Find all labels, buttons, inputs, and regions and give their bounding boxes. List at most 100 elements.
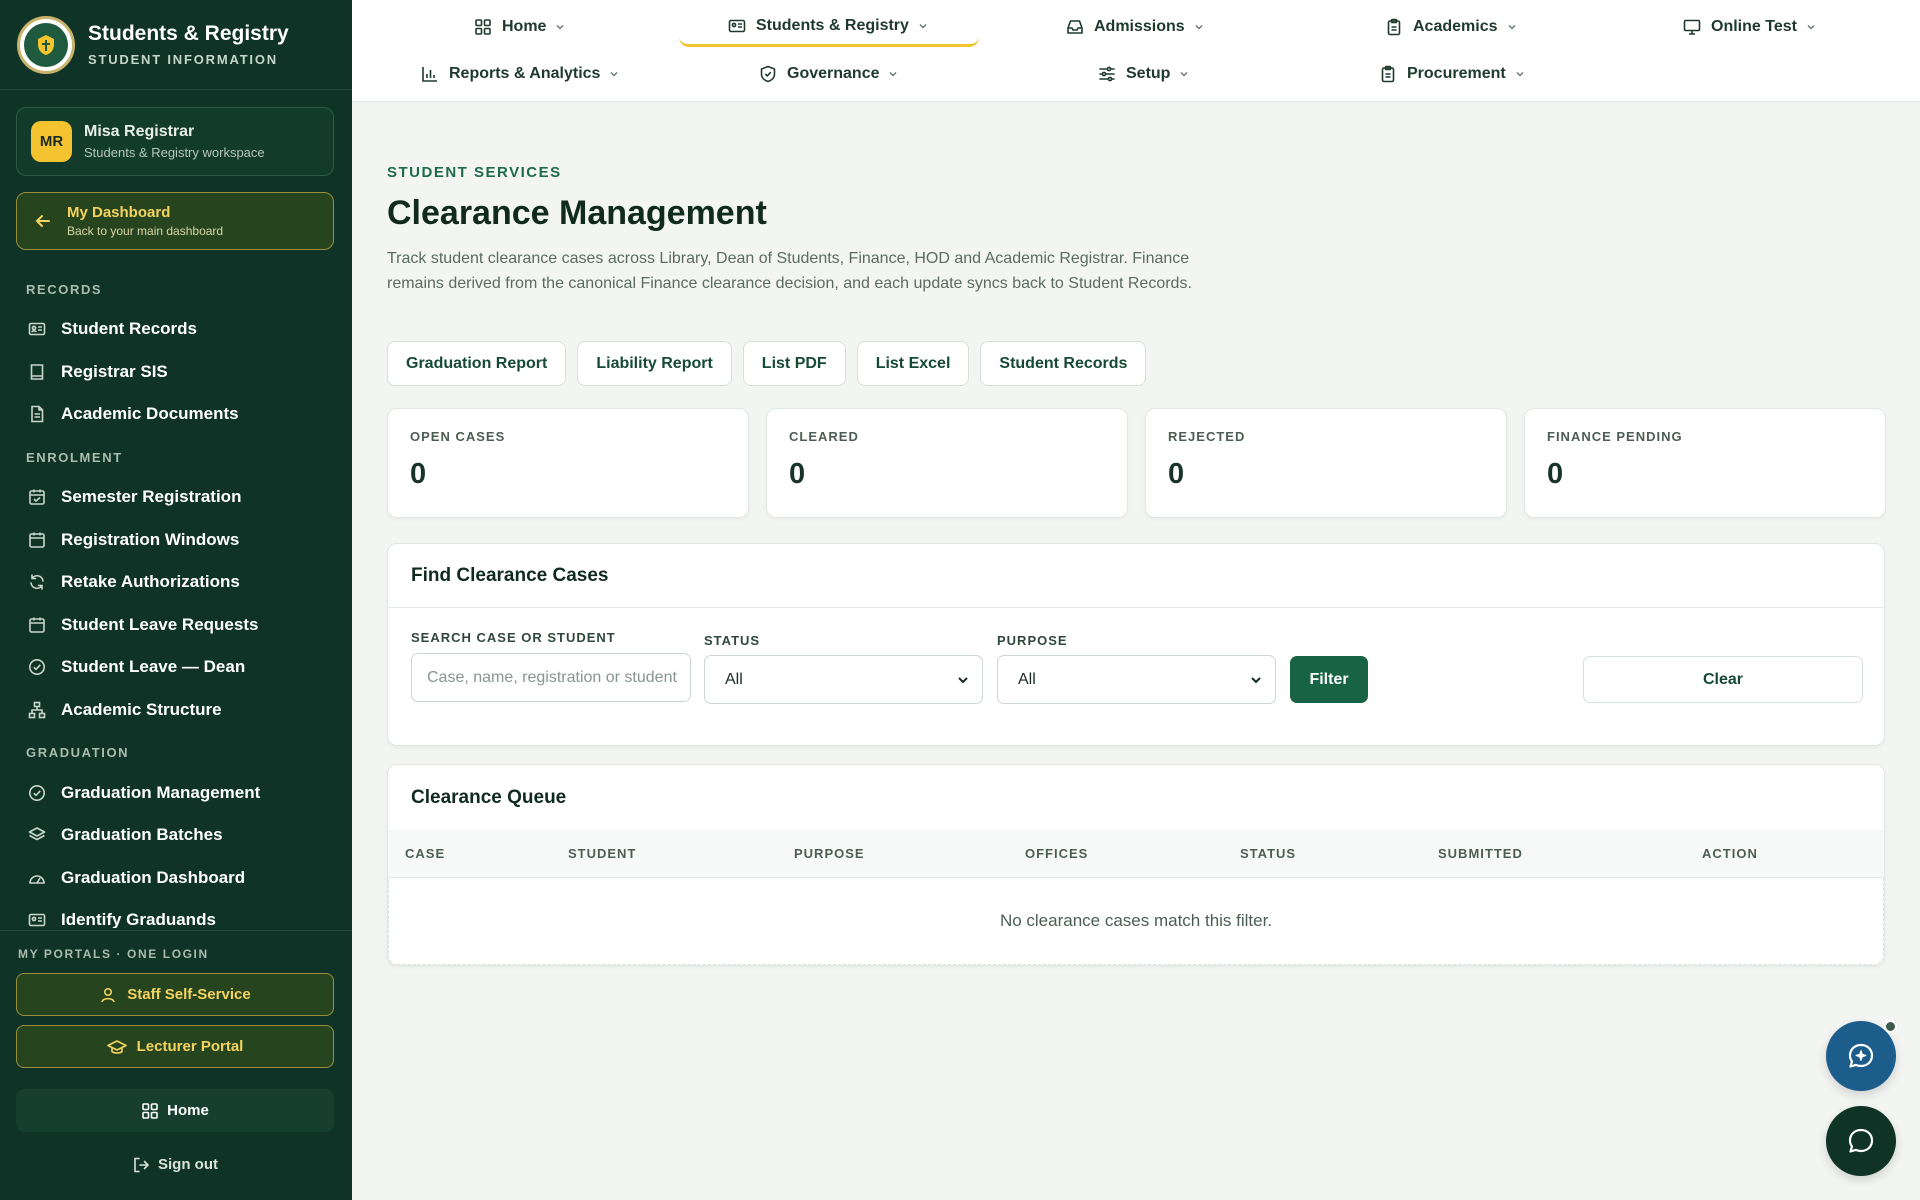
student-records-button[interactable]: Student Records [980, 341, 1147, 386]
chevron-down-icon [1170, 69, 1189, 79]
status-select[interactable]: All [704, 655, 983, 704]
sidebar-item-student-records[interactable]: Student Records [0, 308, 352, 351]
topnav-admissions[interactable]: Admissions [1056, 7, 1214, 47]
table-header: CASE STUDENT PURPOSE OFFICES STATUS SUBM… [388, 830, 1884, 878]
user-name: Misa Registrar [84, 123, 195, 140]
stat-label: FINANCE PENDING [1547, 429, 1683, 444]
sign-out-button[interactable]: Sign out [16, 1143, 334, 1186]
col-action: ACTION [1702, 846, 1758, 861]
topnav-students-registry[interactable]: Students & Registry [679, 7, 979, 47]
purpose-label: PURPOSE [997, 633, 1068, 648]
filter-panel: Find Clearance Cases SEARCH CASE OR STUD… [387, 543, 1885, 746]
purpose-select-value: All [1018, 670, 1036, 688]
sidebar-home-button[interactable]: Home [16, 1089, 334, 1132]
col-purpose: PURPOSE [794, 846, 865, 861]
sidebar-item-label: Academic Structure [61, 700, 222, 720]
hierarchy-icon [28, 701, 46, 719]
topnav-label: Students & Registry [756, 16, 909, 34]
dashboard-subtitle: Back to your main dashboard [67, 224, 224, 238]
filter-panel-title: Find Clearance Cases [388, 544, 1884, 608]
sidebar: Students & Registry STUDENT INFORMATION … [0, 0, 352, 1200]
topnav-procurement[interactable]: Procurement [1369, 54, 1535, 94]
filter-button[interactable]: Filter [1290, 656, 1368, 703]
sidebar-header: Students & Registry STUDENT INFORMATION [0, 0, 352, 90]
chat-icon [1846, 1126, 1876, 1156]
sidebar-item-student-leave-requests[interactable]: Student Leave Requests [0, 604, 352, 647]
sidebar-item-label: Student Records [61, 319, 198, 339]
liability-report-button[interactable]: Liability Report [577, 341, 732, 386]
check-circle-icon [28, 658, 46, 676]
page-eyebrow: STUDENT SERVICES [387, 164, 562, 181]
layers-icon [28, 826, 46, 844]
stat-value: 0 [1547, 458, 1564, 490]
user-icon [99, 986, 127, 1004]
chevron-down-icon [1498, 22, 1517, 32]
search-input[interactable]: Case, name, registration or student [411, 653, 691, 702]
topnav-online-test[interactable]: Online Test [1673, 7, 1826, 47]
chevron-down-icon [956, 673, 970, 687]
sidebar-item-graduation-batches[interactable]: Graduation Batches [0, 814, 352, 857]
col-student: STUDENT [568, 846, 637, 861]
chevron-down-icon [909, 21, 928, 31]
avatar: MR [31, 121, 72, 162]
search-label: SEARCH CASE OR STUDENT [411, 630, 616, 645]
queue-title: Clearance Queue [411, 786, 567, 808]
topnav-label: Online Test [1711, 18, 1797, 35]
sidebar-item-academic-structure[interactable]: Academic Structure [0, 689, 352, 732]
graduation-report-button[interactable]: Graduation Report [387, 341, 567, 386]
topnav-label: Home [502, 18, 547, 35]
book-icon [28, 363, 46, 381]
brand-title: Students & Registry [88, 22, 289, 45]
chat-button[interactable] [1826, 1106, 1896, 1176]
portal-label: Staff Self-Service [127, 986, 251, 1003]
document-icon [28, 405, 46, 423]
inbox-icon [1066, 18, 1094, 36]
sidebar-item-retake-authorizations[interactable]: Retake Authorizations [0, 561, 352, 604]
sidebar-item-label: Graduation Batches [61, 825, 223, 845]
clear-button[interactable]: Clear [1583, 656, 1863, 703]
stat-value: 0 [789, 458, 806, 490]
purpose-select[interactable]: All [997, 655, 1276, 704]
nav-section-enrolment: ENROLMENT [26, 449, 123, 465]
chevron-down-icon [600, 69, 619, 79]
stat-label: OPEN CASES [410, 429, 506, 444]
list-excel-button[interactable]: List Excel [856, 341, 970, 386]
stat-value: 0 [410, 458, 427, 490]
sidebar-item-graduation-management[interactable]: Graduation Management [0, 771, 352, 814]
clearance-queue-panel: Clearance Queue CASE STUDENT PURPOSE OFF… [387, 764, 1885, 966]
topnav-academics[interactable]: Academics [1375, 7, 1527, 47]
sidebar-item-semester-registration[interactable]: Semester Registration [0, 476, 352, 519]
stat-label: CLEARED [789, 429, 859, 444]
sidebar-item-label: Registrar SIS [61, 361, 168, 381]
sidebar-footer: MY PORTALS · ONE LOGIN Staff Self-Servic… [0, 930, 352, 1200]
lecturer-portal-button[interactable]: Lecturer Portal [16, 1025, 334, 1068]
check-circle-icon [28, 784, 46, 802]
nav-section-records: RECORDS [26, 282, 103, 297]
sidebar-item-registrar-sis[interactable]: Registrar SIS [0, 351, 352, 394]
clipboard-icon [1385, 18, 1413, 36]
topnav-reports-analytics[interactable]: Reports & Analytics [411, 54, 629, 94]
sidebar-item-academic-documents[interactable]: Academic Documents [0, 393, 352, 436]
topnav-home[interactable]: Home [464, 7, 575, 47]
topnav-setup[interactable]: Setup [1088, 54, 1199, 94]
stat-card-rejected: REJECTED 0 [1145, 408, 1507, 518]
sidebar-item-identify-graduands[interactable]: Identify Graduands [0, 899, 352, 928]
my-dashboard-button[interactable]: My Dashboard Back to your main dashboard [16, 192, 334, 250]
status-label: STATUS [704, 633, 761, 648]
sidebar-item-registration-windows[interactable]: Registration Windows [0, 518, 352, 561]
col-offices: OFFICES [1025, 846, 1089, 861]
staff-self-service-button[interactable]: Staff Self-Service [16, 973, 334, 1016]
sidebar-item-label: Student Leave Requests [61, 614, 259, 634]
empty-state-message: No clearance cases match this filter. [388, 878, 1884, 965]
action-bar: Graduation Report Liability Report List … [387, 341, 1147, 386]
list-pdf-button[interactable]: List PDF [742, 341, 846, 386]
portals-label: MY PORTALS · ONE LOGIN [18, 947, 209, 961]
clipboard-icon [1379, 65, 1407, 83]
calendar-icon [28, 531, 46, 549]
topnav-governance[interactable]: Governance [749, 54, 908, 94]
topnav-label: Setup [1126, 65, 1171, 82]
col-submitted: SUBMITTED [1438, 846, 1523, 861]
sidebar-item-student-leave-dean[interactable]: Student Leave — Dean [0, 646, 352, 689]
sidebar-item-graduation-dashboard[interactable]: Graduation Dashboard [0, 857, 352, 900]
ai-chat-icon [1846, 1041, 1876, 1071]
